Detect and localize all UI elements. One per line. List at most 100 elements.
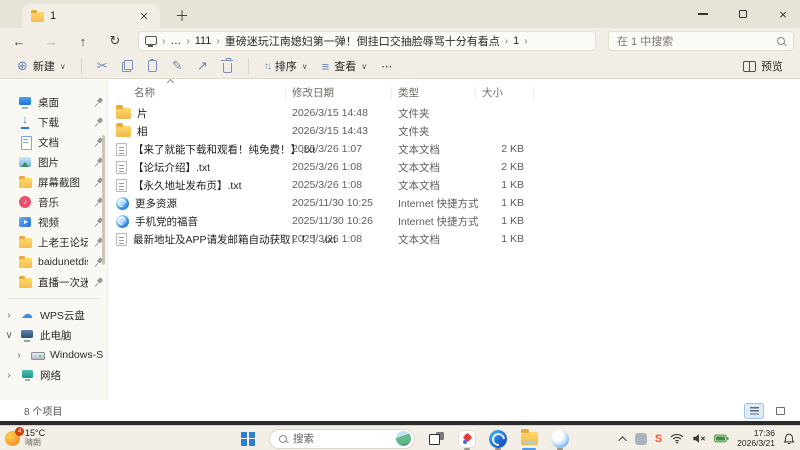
chevron-right-icon[interactable]: ›: [4, 370, 14, 381]
chevron-right-icon: ›: [186, 35, 190, 47]
file-row[interactable]: 相 2026/3/15 14:43 文件夹: [108, 122, 800, 140]
sidebar-item-documents[interactable]: 文档: [0, 132, 107, 152]
battery-icon[interactable]: [714, 434, 729, 443]
search-highlight-image: [396, 431, 411, 446]
search-placeholder: 在 1 中搜索: [617, 36, 674, 48]
more-button[interactable]: ⋯: [374, 55, 399, 77]
app-icon: [458, 429, 476, 448]
view-button[interactable]: ≡ 查看 ∨: [315, 55, 374, 77]
delete-button[interactable]: [215, 55, 240, 77]
close-button[interactable]: ×: [774, 5, 792, 23]
text-file-icon: [116, 178, 127, 192]
notifications-bell-icon[interactable]: [783, 432, 795, 445]
sidebar-item-this-pc[interactable]: ∨ 此电脑: [0, 325, 107, 345]
weather-widget[interactable]: 4 15°C 晴朗: [5, 426, 45, 448]
minimize-button[interactable]: [694, 5, 712, 23]
sidebar-item-network[interactable]: › 网络: [0, 365, 107, 385]
breadcrumb-ellipsis[interactable]: …: [170, 35, 181, 47]
explorer-tab[interactable]: 1 ✕: [22, 4, 160, 28]
chevron-down-icon[interactable]: ∨: [4, 330, 14, 341]
refresh-button[interactable]: ↻: [106, 33, 124, 49]
downloads-icon: [18, 114, 32, 129]
input-method-icon[interactable]: S: [655, 433, 662, 445]
share-button[interactable]: ↗: [190, 55, 215, 77]
back-button[interactable]: ←: [10, 34, 28, 49]
sidebar-item-downloads[interactable]: 下载: [0, 112, 107, 132]
column-header-date[interactable]: 修改日期: [286, 86, 392, 100]
details-view-button[interactable]: [744, 402, 764, 419]
copy-button[interactable]: [115, 55, 140, 77]
sidebar-item-videos[interactable]: 视频: [0, 212, 107, 232]
clipboard-icon: [147, 59, 157, 72]
videos-icon: [18, 215, 32, 229]
column-header-type[interactable]: 类型: [392, 86, 476, 100]
documents-icon: [18, 135, 32, 150]
file-row[interactable]: 更多资源 2025/11/30 10:25 Internet 快捷方式 1 KB: [108, 194, 800, 212]
hidden-icons-chevron[interactable]: [618, 435, 627, 445]
paste-button[interactable]: [140, 55, 165, 77]
start-button[interactable]: [238, 428, 258, 450]
sidebar-item-windows-ssd[interactable]: › Windows-SSD: [0, 345, 107, 365]
sort-arrows-icon: ↑↓: [263, 60, 272, 72]
file-row[interactable]: 手机党的福音 2025/11/30 10:26 Internet 快捷方式 1 …: [108, 212, 800, 230]
folder-icon: [116, 123, 131, 137]
file-explorer-window: 1 ✕ ＋ × ← → ↑ ↻ › … › 111 › 重磅迷玩江南媳妇第一弹！…: [0, 0, 800, 421]
sun-icon: 4: [5, 426, 24, 446]
file-row[interactable]: 最新地址及APP请发邮箱自动获取！！！.txt 2025/3/26 1:08 文…: [108, 230, 800, 248]
chevron-right-icon[interactable]: ›: [14, 350, 24, 361]
task-view-icon: [428, 432, 444, 445]
sidebar-item-wps-cloud[interactable]: › WPS云盘: [0, 305, 107, 325]
sidebar-scrollbar[interactable]: [102, 135, 105, 265]
navigation-pane: 桌面 下载 文档 图片: [0, 80, 108, 400]
file-row[interactable]: 片 2026/3/15 14:48 文件夹: [108, 104, 800, 122]
file-row[interactable]: 【永久地址发布页】.txt 2025/3/26 1:08 文本文档 1 KB: [108, 176, 800, 194]
maximize-button[interactable]: [734, 5, 752, 23]
chevron-right-icon[interactable]: ›: [4, 310, 14, 321]
volume-muted-icon[interactable]: [692, 433, 706, 444]
column-header-name[interactable]: 名称: [108, 78, 286, 100]
wifi-icon[interactable]: [670, 433, 684, 444]
share-icon: ↗: [196, 58, 208, 73]
breadcrumb-item[interactable]: 1: [513, 35, 519, 47]
pinned-app-button[interactable]: [457, 428, 477, 450]
tab-close-icon[interactable]: ✕: [136, 8, 152, 24]
up-button[interactable]: ↑: [74, 34, 92, 49]
sidebar-item-folder[interactable]: baidunetdisk: [0, 252, 107, 272]
sidebar-item-music[interactable]: 音乐: [0, 192, 107, 212]
taskbar-search[interactable]: 搜索: [269, 428, 415, 449]
sort-button[interactable]: ↑↓ 排序 ∨: [257, 55, 315, 77]
tray-app-icon[interactable]: [634, 432, 647, 445]
preview-pane-icon: [743, 60, 756, 72]
file-row[interactable]: 【论坛介绍】.txt 2025/3/26 1:08 文本文档 2 KB: [108, 158, 800, 176]
search-input[interactable]: 在 1 中搜索: [608, 31, 794, 51]
taskbar-clock[interactable]: 17:36 2026/3/21: [737, 428, 775, 448]
search-icon: [777, 37, 785, 45]
task-view-button[interactable]: [426, 428, 446, 450]
edge-browser-button[interactable]: [488, 428, 508, 450]
browser-app-icon: [551, 429, 569, 448]
taskbar-search-placeholder: 搜索: [293, 433, 314, 445]
sidebar-item-desktop[interactable]: 桌面: [0, 92, 107, 112]
new-button[interactable]: ⊕ 新建 ∨: [10, 55, 73, 77]
forward-button[interactable]: →: [42, 34, 60, 49]
pin-icon: [94, 117, 103, 128]
icons-view-button[interactable]: [770, 403, 790, 419]
breadcrumb[interactable]: › … › 111 › 重磅迷玩江南媳妇第一弹！倒挂口交抽脸辱骂十分有看点 › …: [138, 31, 596, 51]
breadcrumb-item[interactable]: 重磅迷玩江南媳妇第一弹！倒挂口交抽脸辱骂十分有看点: [225, 33, 500, 49]
file-explorer-button[interactable]: [519, 428, 539, 450]
breadcrumb-item[interactable]: 111: [195, 35, 212, 47]
sidebar-item-pictures[interactable]: 图片: [0, 152, 107, 172]
rename-button[interactable]: ✎: [165, 55, 190, 77]
sidebar-item-folder[interactable]: 直播一次迷奸: [0, 272, 107, 292]
sidebar-item-screenshots[interactable]: 屏幕截图: [0, 172, 107, 192]
browser-app-button[interactable]: [550, 428, 570, 450]
desktop-icon: [18, 95, 32, 109]
cut-button[interactable]: ✂: [90, 55, 115, 77]
file-row[interactable]: 【来了就能下载和观看！纯免费！】.txt 2025/3/26 1:07 文本文档…: [108, 140, 800, 158]
new-tab-button[interactable]: ＋: [172, 6, 192, 26]
folder-icon: [116, 105, 131, 119]
column-header-size[interactable]: 大小: [476, 86, 534, 100]
folder-icon: [18, 175, 32, 189]
preview-button[interactable]: 预览: [736, 55, 790, 77]
sidebar-item-folder[interactable]: 上老王论坛当: [0, 232, 107, 252]
